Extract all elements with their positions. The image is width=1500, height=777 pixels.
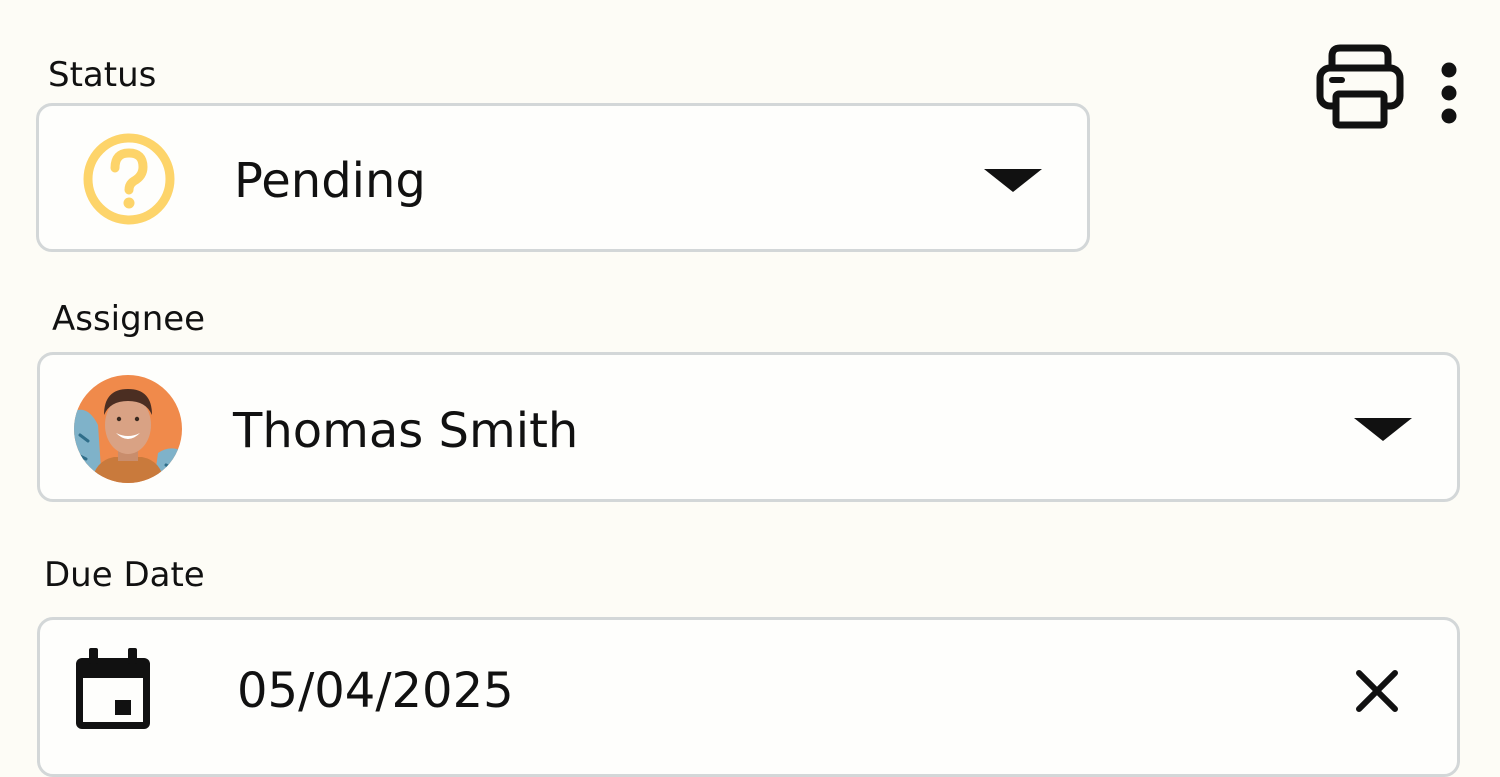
chevron-down-icon (984, 169, 1042, 192)
close-icon[interactable] (1352, 666, 1402, 716)
more-options-button[interactable] (1432, 58, 1466, 126)
status-value: Pending (234, 153, 426, 209)
print-button[interactable] (1314, 44, 1406, 130)
chevron-down-icon (1354, 418, 1412, 441)
due-date-value: 05/04/2025 (237, 663, 514, 719)
status-label: Status (48, 55, 157, 95)
question-circle-icon (83, 133, 175, 225)
assignee-select[interactable]: Thomas Smith (37, 352, 1460, 502)
calendar-icon (76, 648, 150, 729)
avatar (74, 375, 182, 483)
assignee-label: Assignee (52, 299, 206, 339)
assignee-value: Thomas Smith (233, 403, 579, 459)
printer-icon (1316, 44, 1404, 129)
more-vertical-icon (1441, 62, 1457, 124)
status-select[interactable]: Pending (36, 103, 1090, 252)
due-date-field[interactable]: 05/04/2025 (37, 617, 1460, 777)
due-date-label: Due Date (44, 555, 205, 595)
